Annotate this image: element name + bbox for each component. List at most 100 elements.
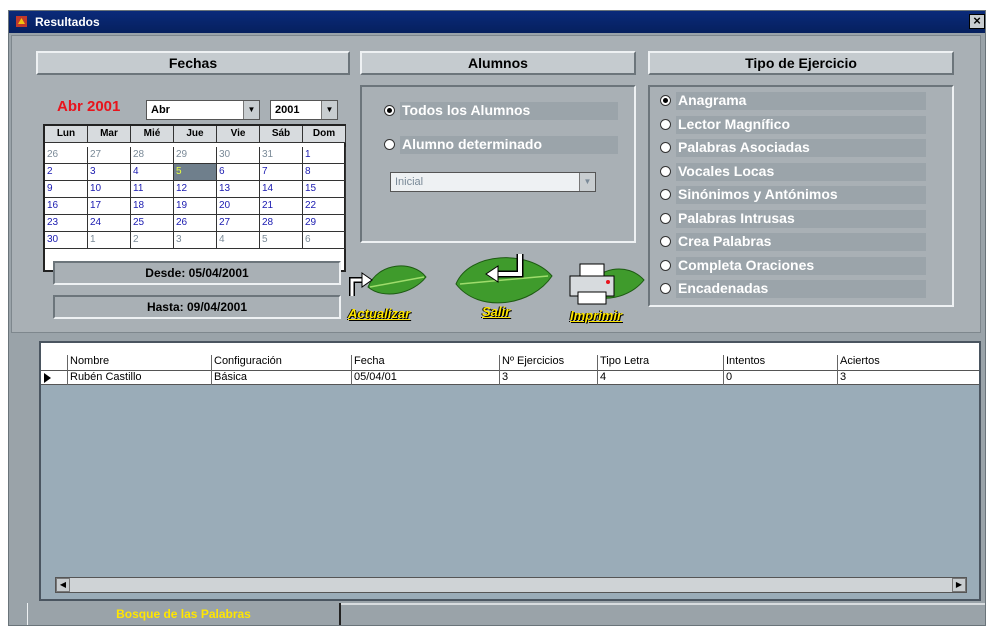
calendar-day[interactable]: 1 — [303, 147, 346, 164]
calendar-day[interactable]: 24 — [88, 215, 131, 232]
calendar-day[interactable]: 15 — [303, 181, 346, 198]
calendar-day[interactable]: 16 — [45, 198, 88, 215]
radio-tipo-ejercicio[interactable] — [660, 283, 671, 294]
option-tipo-ejercicio[interactable]: Completa Oraciones — [676, 256, 926, 275]
calendar-day[interactable]: 19 — [174, 198, 217, 215]
tipo-ejercicio-header: Tipo de Ejercicio — [648, 51, 954, 75]
radio-tipo-ejercicio[interactable] — [660, 142, 671, 153]
alumnos-header: Alumnos — [360, 51, 636, 75]
actualizar-label: Actualizar — [348, 306, 411, 321]
calendar-day[interactable]: 1 — [88, 232, 131, 249]
results-window: Resultados × Fechas Abr 2001 Abr ▼ 2001 … — [8, 10, 986, 626]
results-grid: Nombre Configuración Fecha Nº Ejercicios Tip… — [39, 341, 981, 601]
calendar-day[interactable]: 9 — [45, 181, 88, 198]
column-header[interactable]: Aciertos — [837, 355, 880, 371]
month-select-value: Abr — [151, 104, 170, 116]
horizontal-scrollbar[interactable]: ◀ ▶ — [55, 577, 967, 593]
calendar-day[interactable]: 22 — [303, 198, 346, 215]
alumnos-group: Todos los Alumnos Alumno determinado Ini… — [360, 85, 636, 243]
option-alumno-determinado[interactable]: Alumno determinado — [400, 136, 618, 154]
calendar-day[interactable]: 3 — [88, 164, 131, 181]
option-tipo-ejercicio[interactable]: Sinónimos y Antónimos — [676, 186, 926, 204]
option-tipo-ejercicio[interactable]: Palabras Asociadas — [676, 139, 926, 157]
calendar-day[interactable]: 6 — [303, 232, 346, 249]
calendar-day[interactable]: 2 — [131, 232, 174, 249]
tipo-ejercicio-group: Anagrama Lector Magnífico Palabras Asociad… — [648, 85, 954, 307]
calendar-day[interactable]: 18 — [131, 198, 174, 215]
radio-todos-alumnos[interactable] — [384, 105, 395, 116]
radio-tipo-ejercicio[interactable] — [660, 212, 671, 224]
chevron-down-icon[interactable]: ▼ — [579, 173, 595, 191]
calendar-day[interactable]: 28 — [131, 147, 174, 164]
tab-bosque-palabras[interactable]: Bosque de las Palabras — [27, 603, 341, 625]
calendar-day[interactable]: 10 — [88, 181, 131, 198]
column-header[interactable]: Intentos — [723, 355, 765, 371]
calendar-day[interactable]: 17 — [88, 198, 131, 215]
table-row[interactable]: Rubén Castillo Básica 05/04/01 3 4 0 3 — [41, 371, 979, 385]
option-tipo-ejercicio[interactable]: Palabras Intrusas — [676, 209, 926, 228]
column-header[interactable]: Configuración — [211, 355, 282, 371]
column-header[interactable]: Nº Ejercicios — [499, 355, 564, 371]
option-tipo-ejercicio[interactable]: Lector Magnífico — [676, 115, 926, 134]
calendar-day[interactable]: 20 — [217, 198, 260, 215]
calendar-day[interactable]: 21 — [260, 198, 303, 215]
close-button[interactable]: × — [969, 14, 985, 29]
calendar-day[interactable]: 26 — [174, 215, 217, 232]
imprimir-button[interactable]: Imprimir — [556, 252, 652, 328]
radio-tipo-ejercicio[interactable] — [660, 118, 671, 130]
calendar-day[interactable]: 14 — [260, 181, 303, 198]
radio-alumno-determinado[interactable] — [384, 139, 395, 150]
option-tipo-ejercicio[interactable]: Crea Palabras — [676, 233, 926, 251]
filter-panel: Fechas Abr 2001 Abr ▼ 2001 ▼ Lun Mar Mié Ju… — [11, 35, 981, 333]
calendar-day[interactable]: 3 — [174, 232, 217, 249]
calendar-day[interactable]: 27 — [217, 215, 260, 232]
option-todos-alumnos[interactable]: Todos los Alumnos — [400, 102, 618, 120]
calendar-day[interactable]: 29 — [174, 147, 217, 164]
calendar-day[interactable]: 27 — [88, 147, 131, 164]
salir-button[interactable]: Salir — [444, 244, 560, 326]
calendar-day[interactable]: 12 — [174, 181, 217, 198]
chevron-down-icon[interactable]: ▼ — [243, 101, 259, 119]
calendar-day[interactable]: 8 — [303, 164, 346, 181]
calendar-day[interactable]: 26 — [45, 147, 88, 164]
row-indicator-icon — [44, 373, 51, 383]
option-tipo-ejercicio[interactable]: Anagrama — [676, 92, 926, 110]
year-select[interactable]: 2001 ▼ — [270, 100, 338, 120]
calendar-day[interactable]: 5 — [174, 164, 217, 181]
radio-tipo-ejercicio[interactable] — [660, 259, 671, 271]
chevron-down-icon[interactable]: ▼ — [321, 101, 337, 119]
calendar-day[interactable]: 30 — [45, 232, 88, 249]
calendar-day[interactable]: 31 — [260, 147, 303, 164]
column-header[interactable]: Tipo Letra — [597, 355, 649, 371]
calendar-day[interactable]: 29 — [303, 215, 346, 232]
alumno-select[interactable]: Inicial ▼ — [390, 172, 596, 192]
calendar-day[interactable]: 30 — [217, 147, 260, 164]
radio-tipo-ejercicio[interactable] — [660, 165, 671, 177]
column-header[interactable]: Nombre — [67, 355, 109, 371]
scroll-left-icon[interactable]: ◀ — [56, 578, 70, 592]
option-tipo-ejercicio[interactable]: Vocales Locas — [676, 162, 926, 181]
tab-bar: Bosque de las Palabras — [9, 603, 985, 625]
calendar-day[interactable]: 4 — [217, 232, 260, 249]
radio-tipo-ejercicio[interactable] — [660, 95, 671, 106]
actualizar-button[interactable]: Actualizar — [338, 252, 438, 326]
weekday-header: Mar — [88, 126, 131, 143]
column-header[interactable]: Fecha — [351, 355, 385, 371]
radio-tipo-ejercicio[interactable] — [660, 236, 671, 247]
calendar-day[interactable]: 7 — [260, 164, 303, 181]
calendar-day[interactable]: 11 — [131, 181, 174, 198]
option-tipo-ejercicio[interactable]: Encadenadas — [676, 280, 926, 298]
window-title: Resultados — [35, 15, 100, 29]
calendar-day[interactable]: 28 — [260, 215, 303, 232]
calendar-day[interactable]: 2 — [45, 164, 88, 181]
radio-tipo-ejercicio[interactable] — [660, 189, 671, 200]
month-select[interactable]: Abr ▼ — [146, 100, 260, 120]
calendar-day[interactable]: 6 — [217, 164, 260, 181]
calendar-day[interactable]: 25 — [131, 215, 174, 232]
scroll-right-icon[interactable]: ▶ — [952, 578, 966, 592]
calendar-day[interactable]: 13 — [217, 181, 260, 198]
calendar-day[interactable]: 4 — [131, 164, 174, 181]
grid-header: Nombre Configuración Fecha Nº Ejercicios Tip… — [41, 343, 979, 371]
calendar-day[interactable]: 23 — [45, 215, 88, 232]
calendar-day[interactable]: 5 — [260, 232, 303, 249]
